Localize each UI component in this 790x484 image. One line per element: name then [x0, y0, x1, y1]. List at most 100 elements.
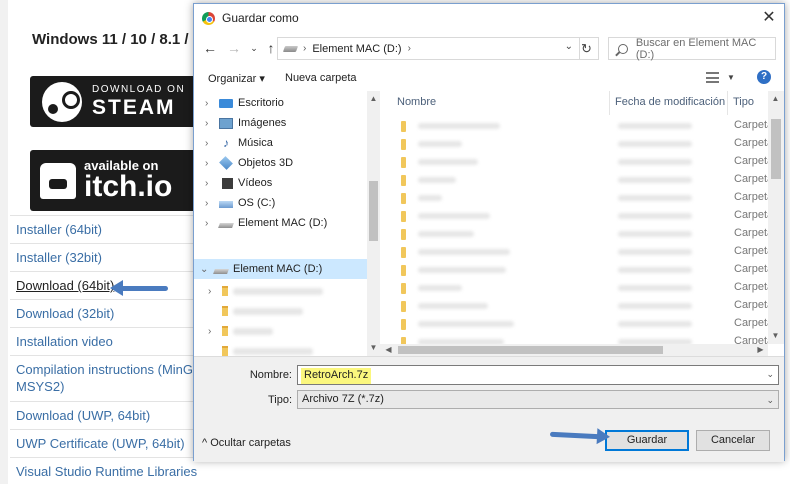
scroll-down-icon[interactable]: ▼: [367, 343, 380, 352]
scroll-right-icon[interactable]: ▶: [754, 345, 767, 354]
organize-menu-button[interactable]: Organizar ▾: [208, 72, 265, 85]
itch-logo-icon: [40, 162, 76, 199]
tree-item-objects3d[interactable]: › Objetos 3D: [194, 153, 367, 173]
address-dropdown-chevron-icon[interactable]: ⌄: [565, 41, 573, 52]
tree-item-drive-d[interactable]: › Element MAC (D:): [194, 213, 367, 233]
tree-item-music[interactable]: › ♪ Música: [194, 133, 367, 153]
tree-item[interactable]: [194, 301, 367, 321]
expand-chevron-icon[interactable]: ›: [205, 118, 217, 129]
scrollbar-thumb[interactable]: [369, 181, 378, 241]
filename-value[interactable]: RetroArch.7z: [301, 368, 372, 384]
link-installer-64[interactable]: Installer (64bit): [10, 215, 220, 243]
tree-item[interactable]: [194, 341, 367, 356]
scroll-down-icon[interactable]: ▼: [769, 331, 782, 340]
tree-item[interactable]: ›: [194, 281, 367, 301]
drive-d-icon: [213, 269, 229, 274]
expand-chevron-icon[interactable]: ›: [205, 178, 217, 189]
filename-dropdown-chevron-icon[interactable]: ⌄: [766, 369, 774, 380]
breadcrumb-location[interactable]: Element MAC (D:): [312, 43, 401, 55]
save-as-dialog: Guardar como ✕ ← → ⌄ ↑ › Element MAC (D:…: [193, 3, 785, 462]
collapse-chevron-icon[interactable]: ⌄: [200, 264, 212, 275]
link-compilation-instructions[interactable]: Compilation instructions (MinGW64 MSYS2): [10, 355, 220, 401]
file-vertical-scrollbar[interactable]: ▲ ▼: [768, 91, 784, 344]
expand-chevron-icon[interactable]: ›: [205, 218, 217, 229]
view-dropdown-chevron-icon[interactable]: ▼: [727, 73, 735, 82]
steam-badge-big: STEAM: [92, 96, 176, 119]
column-header-name[interactable]: Nombre: [392, 91, 610, 115]
hide-folders-toggle[interactable]: ^ Ocultar carpetas: [202, 437, 291, 449]
objects3d-icon: [219, 156, 233, 170]
file-row[interactable]: Carpeta: [380, 189, 773, 207]
filetype-value: Archivo 7Z (*.7z): [302, 393, 384, 405]
tree-item-desktop[interactable]: › Escritorio: [194, 93, 367, 113]
breadcrumb-separator-icon[interactable]: ›: [303, 43, 306, 54]
filetype-dropdown-chevron-icon[interactable]: ⌄: [766, 392, 774, 409]
folder-icon: [401, 229, 406, 240]
tree-item-label: Vídeos: [238, 177, 273, 189]
steam-download-badge[interactable]: DOWNLOAD ON STEAM: [30, 76, 220, 127]
tree-item-images[interactable]: › Imágenes: [194, 113, 367, 133]
address-bar[interactable]: › Element MAC (D:) › ⌄: [277, 37, 580, 60]
scroll-up-icon[interactable]: ▲: [769, 94, 782, 103]
help-icon[interactable]: ?: [757, 70, 771, 84]
chrome-icon: [202, 11, 215, 25]
file-row[interactable]: Carpeta: [380, 171, 773, 189]
save-button[interactable]: Guardar: [605, 430, 689, 451]
breadcrumb-separator-icon[interactable]: ›: [408, 43, 411, 54]
file-row[interactable]: Carpeta: [380, 243, 773, 261]
file-horizontal-scrollbar[interactable]: ◀ ▶: [380, 344, 768, 356]
recent-locations-chevron-icon[interactable]: ⌄: [246, 39, 262, 57]
new-folder-button[interactable]: Nueva carpeta: [285, 72, 357, 84]
column-header-date[interactable]: Fecha de modificación: [610, 91, 728, 115]
file-row[interactable]: Carpeta: [380, 153, 773, 171]
back-arrow-icon[interactable]: ←: [202, 39, 218, 57]
view-options-icon[interactable]: [706, 72, 719, 83]
file-row[interactable]: Carpeta: [380, 261, 773, 279]
tree-item-videos[interactable]: › Vídeos: [194, 173, 367, 193]
link-download-uwp-64[interactable]: Download (UWP, 64bit): [10, 401, 220, 429]
close-button[interactable]: ✕: [756, 6, 782, 30]
link-installation-video[interactable]: Installation video: [10, 327, 220, 355]
navigation-scrollbar[interactable]: ▲ ▼: [367, 91, 380, 356]
file-row[interactable]: Carpeta: [380, 279, 773, 297]
link-download-32[interactable]: Download (32bit): [10, 299, 220, 327]
link-vs-runtime[interactable]: Visual Studio Runtime Libraries: [10, 457, 220, 484]
refresh-button[interactable]: ↻: [575, 37, 599, 60]
expand-chevron-icon[interactable]: ›: [205, 198, 217, 209]
file-row[interactable]: Carpeta: [380, 207, 773, 225]
dialog-titlebar[interactable]: Guardar como ✕: [194, 4, 784, 32]
forward-arrow-icon[interactable]: →: [226, 39, 242, 57]
expand-chevron-icon[interactable]: ›: [205, 158, 217, 169]
link-installer-32[interactable]: Installer (32bit): [10, 243, 220, 271]
scrollbar-thumb[interactable]: [771, 119, 781, 179]
tree-item[interactable]: ›: [194, 321, 367, 341]
scroll-up-icon[interactable]: ▲: [367, 94, 380, 103]
expand-chevron-icon[interactable]: ›: [208, 286, 220, 297]
link-uwp-certificate[interactable]: UWP Certificate (UWP, 64bit): [10, 429, 220, 457]
scrollbar-thumb[interactable]: [398, 346, 663, 354]
search-placeholder: Buscar en Element MAC (D:): [635, 36, 757, 61]
file-row[interactable]: Carpeta: [380, 225, 773, 243]
search-input[interactable]: Buscar en Element MAC (D:): [608, 36, 776, 61]
file-row[interactable]: Carpeta: [380, 297, 773, 315]
file-row[interactable]: Carpeta: [380, 117, 773, 135]
expand-chevron-icon[interactable]: ›: [205, 138, 217, 149]
file-row[interactable]: Carpeta: [380, 135, 773, 153]
itch-download-badge[interactable]: available on itch.io: [30, 150, 220, 211]
scroll-left-icon[interactable]: ◀: [382, 345, 395, 354]
tree-item-drive-d-selected[interactable]: ⌄ Element MAC (D:): [194, 259, 367, 279]
dialog-title: Guardar como: [222, 11, 299, 25]
file-name-blurred: [418, 249, 510, 255]
file-row[interactable]: Carpeta: [380, 315, 773, 333]
filename-input[interactable]: RetroArch.7z ⌄: [297, 365, 779, 385]
folder-icon: [222, 346, 228, 356]
annotation-arrow-download: [110, 280, 168, 296]
folder-icon: [401, 301, 406, 312]
expand-chevron-icon[interactable]: ›: [208, 326, 220, 337]
expand-chevron-icon[interactable]: ›: [205, 98, 217, 109]
cancel-button[interactable]: Cancelar: [696, 430, 770, 451]
tree-item-drive-c[interactable]: › OS (C:): [194, 193, 367, 213]
filetype-select[interactable]: Archivo 7Z (*.7z) ⌄: [297, 390, 779, 409]
images-icon: [219, 117, 233, 129]
screen: Windows 11 / 10 / 8.1 / 8 / DOWNLOAD ON …: [0, 0, 790, 484]
